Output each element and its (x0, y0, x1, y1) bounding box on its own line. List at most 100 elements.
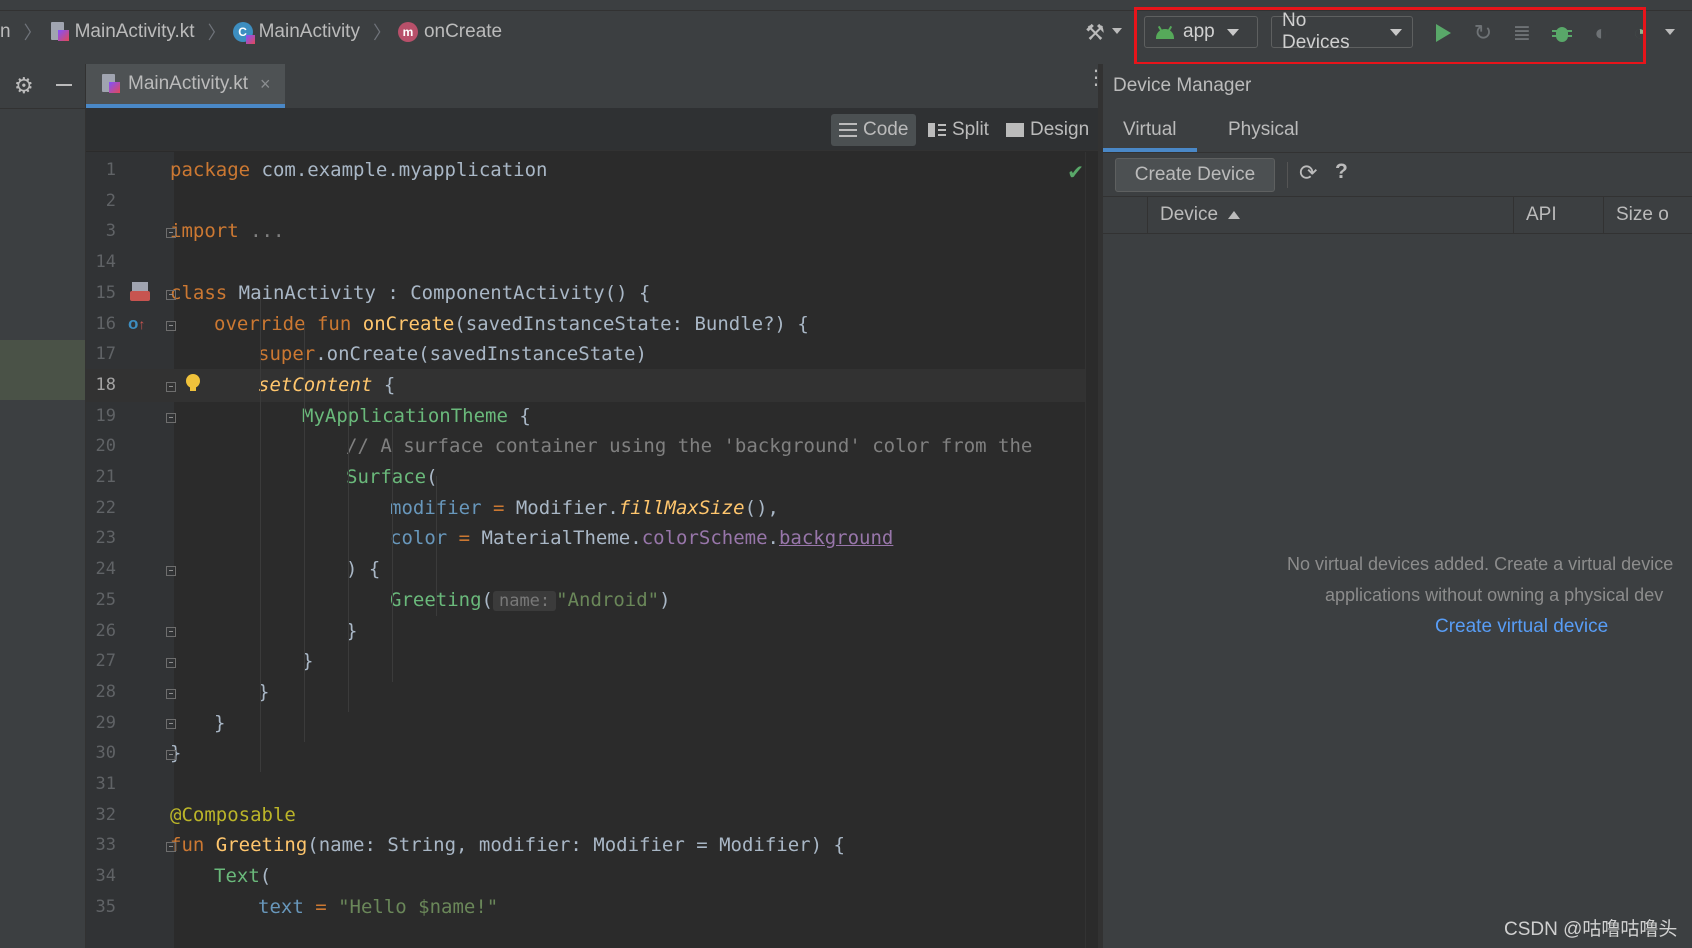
more-vert-icon[interactable]: ⋮ (1086, 68, 1106, 88)
tab-physical[interactable]: Physical (1208, 108, 1319, 152)
table-header-blank (1103, 197, 1147, 233)
code-token: = (447, 527, 482, 550)
tab-virtual[interactable]: Virtual (1103, 108, 1197, 152)
breadcrumb-file[interactable]: MainActivity.kt 〉 (49, 19, 233, 45)
line-number: 17 (95, 344, 116, 365)
column-header-api[interactable]: API (1513, 197, 1603, 233)
code-line[interactable]: 2 (86, 185, 1098, 218)
breadcrumb-file-label: MainActivity.kt (74, 21, 195, 42)
mode-split-button[interactable]: Split (920, 114, 997, 146)
help-icon[interactable]: ? (1335, 160, 1348, 184)
chevron-right-icon: 〉 (207, 23, 226, 43)
code-token: { (507, 404, 531, 427)
editor-tab-mainactivity[interactable]: MainActivity.kt × (86, 64, 285, 108)
editor-mode-bar: Code Split Design (86, 108, 1098, 151)
mode-code-button[interactable]: Code (831, 114, 917, 146)
code-line[interactable]: 14 (86, 246, 1098, 279)
code-token: (name: String, modifier: Modifier = Modi… (307, 834, 845, 857)
code-line[interactable]: 1 package com.example.myapplication (86, 154, 1098, 187)
indent-guide (436, 476, 437, 616)
project-panel-header: ⚙ (0, 64, 85, 109)
breadcrumb-partial[interactable]: n 〉 (0, 19, 49, 45)
column-header-size[interactable]: Size o (1603, 197, 1692, 233)
line-number: 25 (95, 589, 116, 610)
highlight-annotation-box (1134, 7, 1646, 65)
lightbulb-icon[interactable] (186, 374, 200, 394)
mode-design-button[interactable]: Design (998, 114, 1097, 146)
code-text: modifier = Modifier.fillMaxSize(), (390, 492, 779, 525)
kotlin-file-icon (49, 22, 69, 42)
code-line[interactable]: 22 modifier = Modifier.fillMaxSize(), (86, 492, 1098, 525)
more-actions-arrow-icon[interactable] (1665, 29, 1675, 35)
code-line[interactable]: 16 override fun onCreate(savedInstanceSta… (86, 308, 1098, 341)
fold-marker-icon[interactable] (166, 228, 176, 238)
code-token: colorScheme (641, 527, 768, 550)
code-token: = (303, 895, 339, 918)
build-dropdown-arrow-icon[interactable] (1112, 28, 1122, 34)
fold-marker-icon[interactable] (166, 842, 176, 852)
empty-state-message-line2: applications without owning a physical d… (1325, 585, 1664, 605)
code-token: color (390, 527, 448, 550)
code-token: Surface (346, 466, 427, 488)
selected-tree-row[interactable] (0, 340, 85, 400)
fold-marker-icon[interactable] (166, 658, 176, 668)
code-area[interactable]: 1 package com.example.myapplication 2 3 impo… (86, 152, 1098, 948)
code-line[interactable]: 20 // A surface container using the 'back… (86, 430, 1098, 463)
code-line[interactable]: 25 Greeting(name: "Android") (86, 584, 1098, 617)
code-line[interactable]: 19 MyApplicationTheme { (86, 400, 1098, 433)
build-hammer-icon[interactable]: ⚒ (1082, 20, 1108, 46)
line-number: 34 (95, 866, 116, 887)
code-token: .onCreate(savedInstanceState) (315, 343, 647, 366)
code-text: ) { (346, 553, 380, 586)
code-line[interactable]: 33 fun Greeting(name: String, modifier: M… (86, 829, 1098, 862)
code-line[interactable]: 23 color = MaterialTheme.colorScheme.back… (86, 522, 1098, 555)
code-line[interactable]: 21 Surface( (86, 461, 1098, 494)
fold-marker-icon[interactable] (166, 750, 176, 760)
code-line[interactable]: 27} (86, 645, 1098, 678)
fold-marker-icon[interactable] (166, 689, 176, 699)
code-token: "Android" (556, 588, 660, 611)
code-text: MyApplicationTheme { (302, 400, 531, 433)
column-header-device[interactable]: Device (1147, 197, 1513, 233)
main-toolbar: n 〉 MainActivity.kt 〉 C MainActivity 〉 m … (0, 0, 1692, 65)
editor-scrollbar[interactable] (1085, 152, 1098, 948)
code-line[interactable]: 34 Text( (86, 860, 1098, 893)
code-token: @Composable (170, 803, 296, 826)
hide-panel-icon[interactable] (56, 84, 72, 86)
fold-marker-icon[interactable] (166, 290, 176, 300)
fold-marker-icon[interactable] (166, 719, 176, 729)
code-line[interactable]: 29} (86, 707, 1098, 740)
refresh-icon[interactable]: ⟳ (1299, 160, 1317, 186)
layout-preview-icon[interactable] (130, 282, 150, 302)
code-line[interactable]: 32 @Composable (86, 799, 1098, 832)
line-number: 29 (95, 712, 116, 733)
code-line[interactable]: 17 super.onCreate(savedInstanceState) (86, 338, 1098, 371)
fold-marker-icon[interactable] (166, 627, 176, 637)
code-line[interactable]: 26} (86, 615, 1098, 648)
create-virtual-device-link[interactable]: Create virtual device (1435, 616, 1608, 638)
gear-icon[interactable]: ⚙ (14, 73, 34, 99)
code-line[interactable]: 24) { (86, 553, 1098, 586)
device-manager-title: Device Manager (1113, 75, 1252, 96)
fold-marker-icon[interactable] (166, 566, 176, 576)
mode-code-label: Code (863, 119, 909, 140)
code-token: MainActivity : ComponentActivity() { (227, 281, 651, 304)
image-icon (1006, 122, 1024, 138)
code-line[interactable]: 15 class MainActivity : ComponentActivity… (86, 277, 1098, 310)
code-line[interactable]: 18 setContent { (86, 368, 1098, 402)
code-line[interactable]: 30} (86, 737, 1098, 770)
code-line[interactable]: 35 text = "Hello $name!" (86, 891, 1098, 924)
device-manager-panel: Device Manager Virtual Physical Create D… (1103, 64, 1692, 948)
code-lines-icon (839, 122, 857, 138)
create-device-button[interactable]: Create Device (1115, 158, 1275, 192)
fold-marker-icon[interactable] (166, 382, 176, 392)
code-line[interactable]: 28} (86, 676, 1098, 709)
override-marker-icon[interactable]: o↑ (128, 314, 150, 334)
code-line[interactable]: 31 (86, 768, 1098, 801)
fold-marker-icon[interactable] (166, 413, 176, 423)
breadcrumb-class[interactable]: C MainActivity 〉 (232, 19, 398, 45)
fold-marker-icon[interactable] (166, 321, 176, 331)
code-line[interactable]: 3 import ... (86, 215, 1098, 248)
close-icon[interactable]: × (260, 74, 271, 95)
breadcrumb-method[interactable]: m onCreate (397, 21, 502, 43)
